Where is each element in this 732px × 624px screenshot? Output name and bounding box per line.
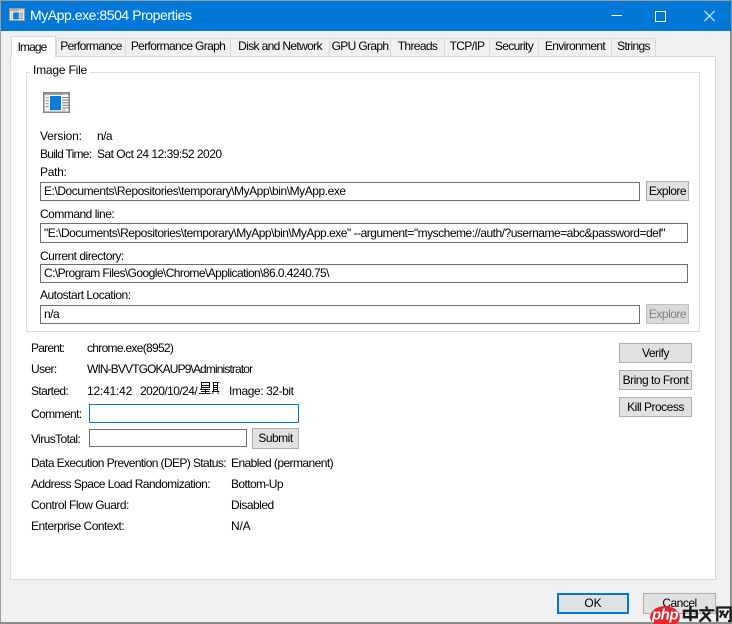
svg-text:php: php — [651, 607, 678, 624]
